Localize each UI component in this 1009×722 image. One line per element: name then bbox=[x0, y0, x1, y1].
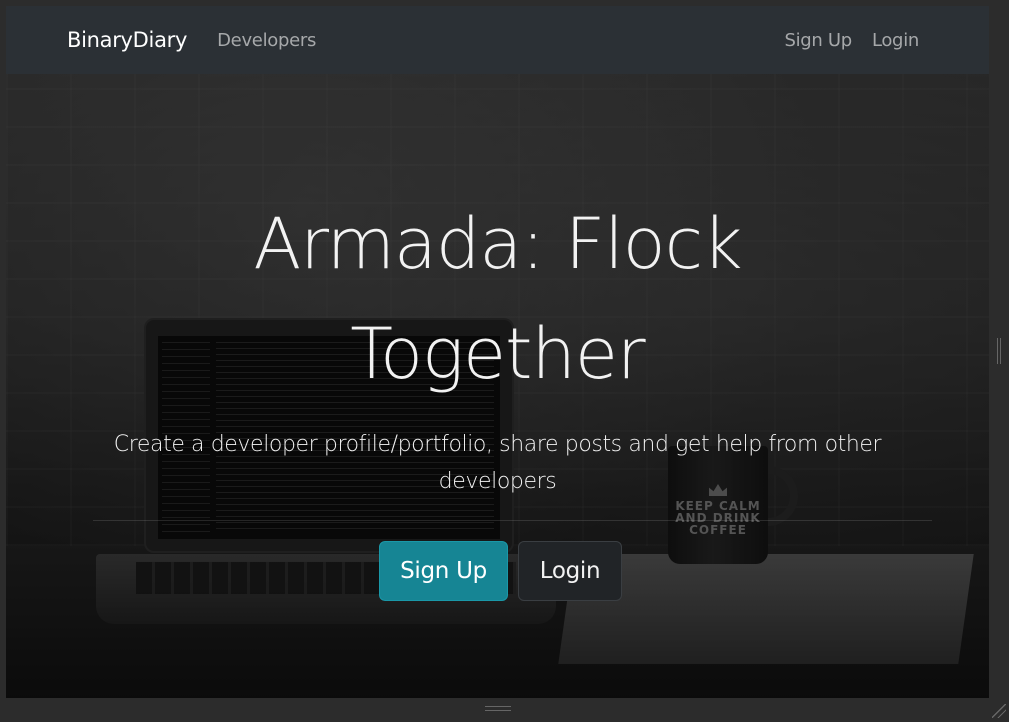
app-window: KEEP CALM AND DRINK COFFEE BinaryDiary D… bbox=[0, 0, 1009, 722]
hero-section: Armada: Flock Together Create a develope… bbox=[6, 74, 989, 698]
page-viewport: KEEP CALM AND DRINK COFFEE BinaryDiary D… bbox=[6, 6, 989, 698]
hero-subtitle: Create a developer profile/portfolio, sh… bbox=[113, 432, 882, 494]
nav-link-developers[interactable]: Developers bbox=[217, 30, 316, 51]
hero-divider bbox=[93, 520, 932, 521]
hero-buttons: Sign Up Login bbox=[6, 541, 989, 601]
grip-lines-vertical-icon[interactable] bbox=[997, 338, 1001, 364]
nav-right-group: Sign Up Login bbox=[784, 30, 919, 51]
grip-lines-horizontal-icon[interactable] bbox=[485, 706, 511, 711]
hero-title: Armada: Flock Together bbox=[253, 203, 742, 395]
nav-link-login[interactable]: Login bbox=[872, 30, 919, 51]
login-button[interactable]: Login bbox=[518, 541, 622, 601]
sign-up-button[interactable]: Sign Up bbox=[379, 541, 508, 601]
nav-link-sign-up[interactable]: Sign Up bbox=[784, 30, 852, 51]
navbar: BinaryDiary Developers Sign Up Login bbox=[6, 6, 989, 74]
resize-corner-icon[interactable] bbox=[992, 704, 1006, 718]
brand-link[interactable]: BinaryDiary bbox=[67, 28, 187, 52]
